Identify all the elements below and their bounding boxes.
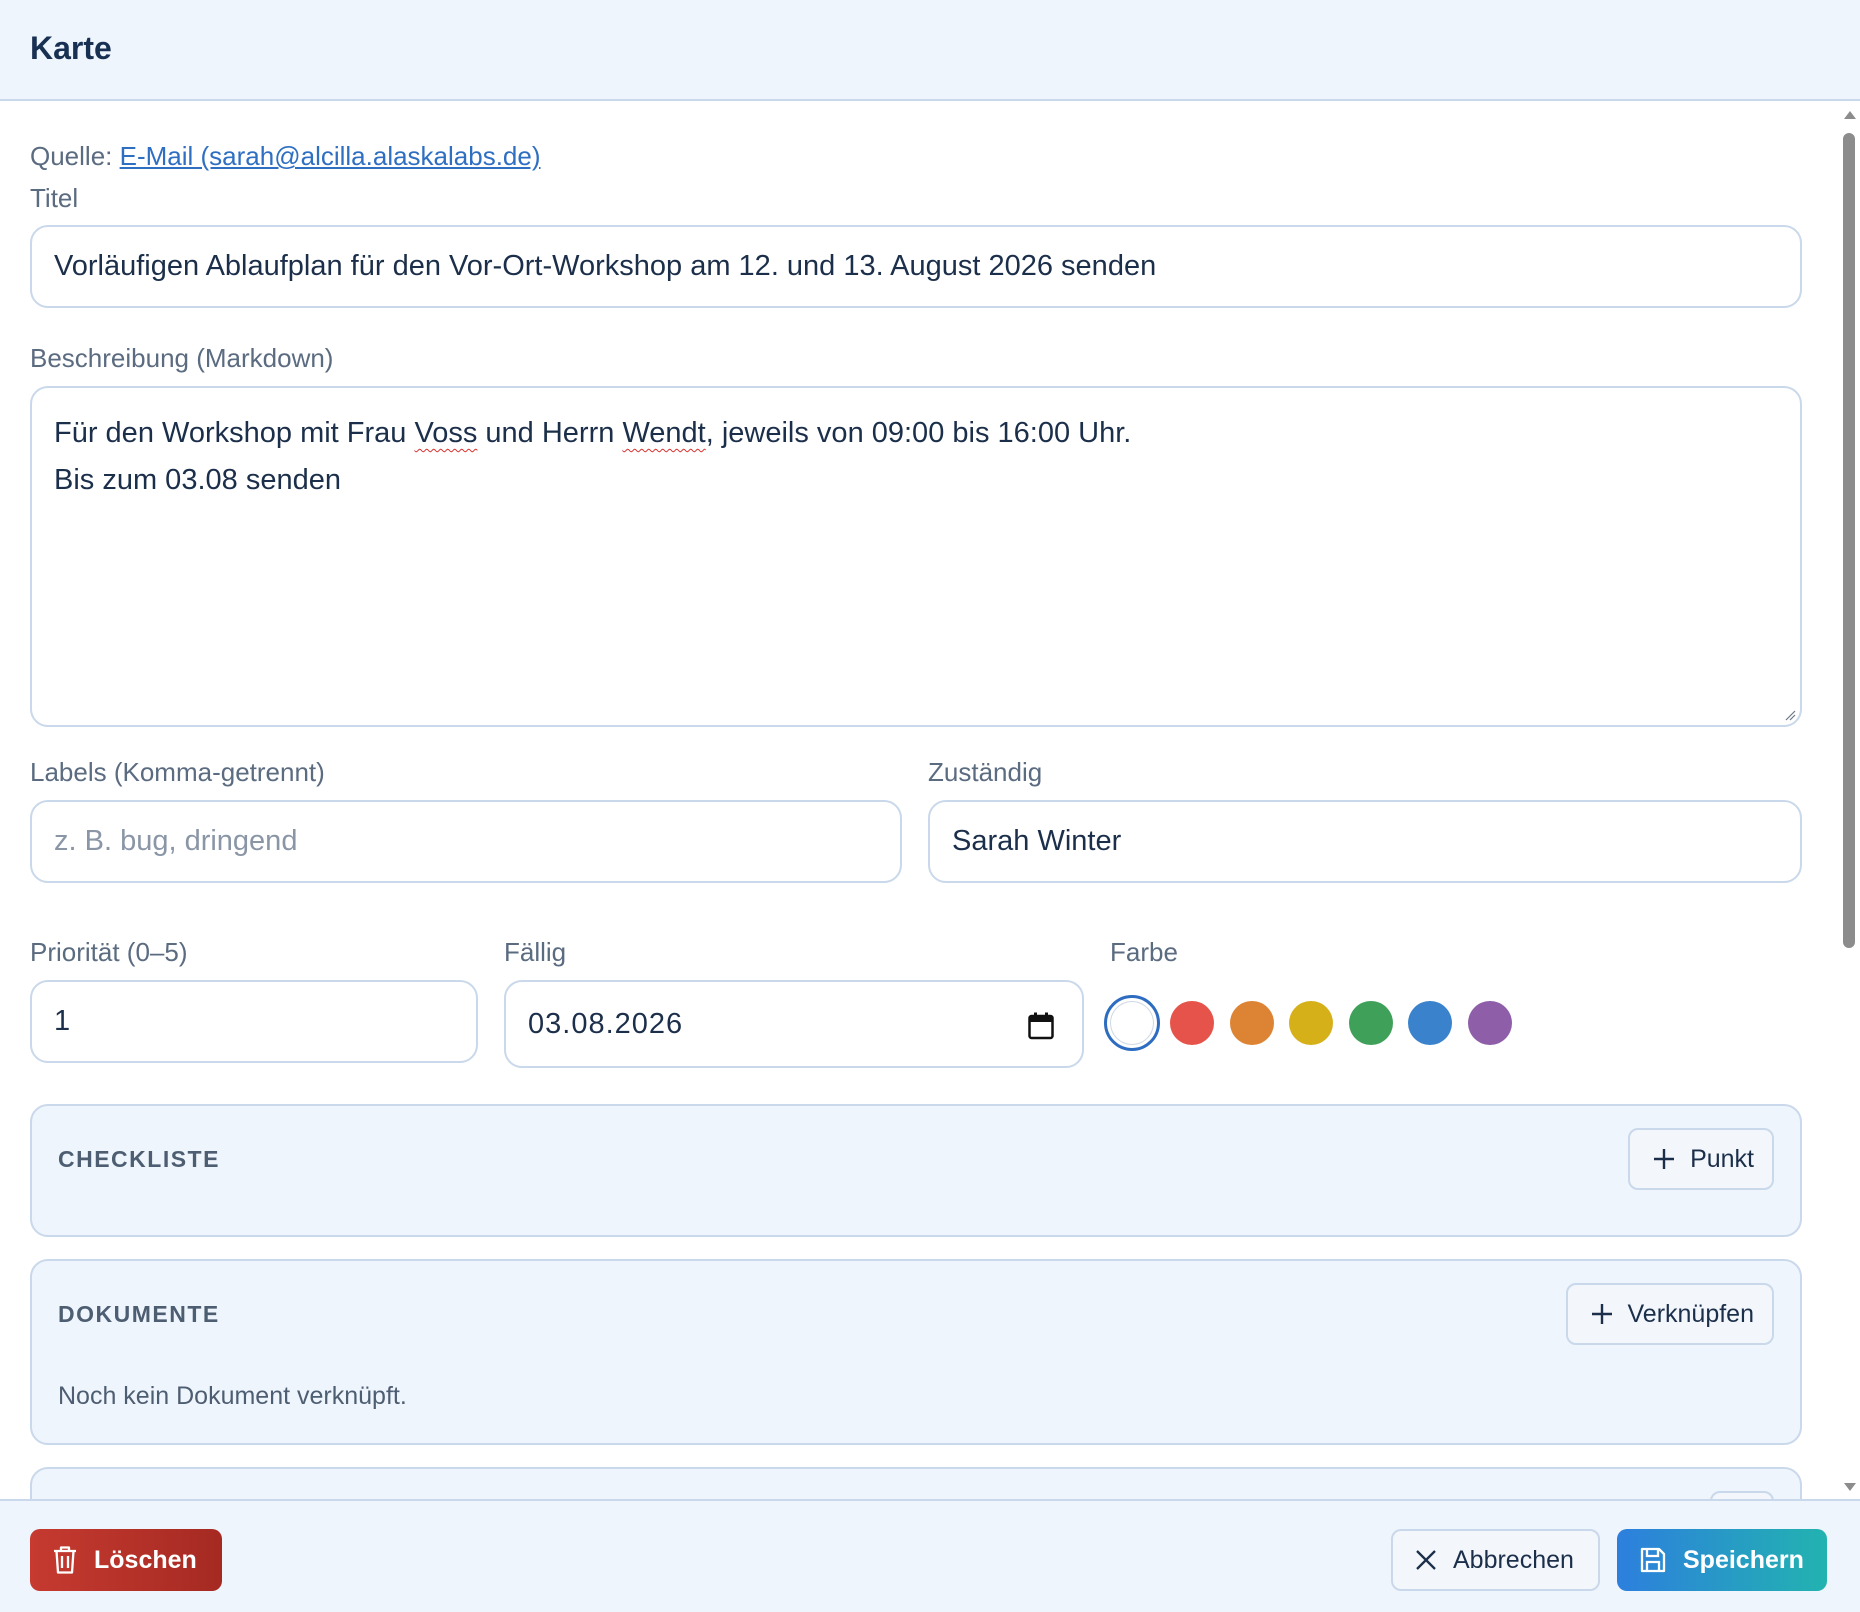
- description-line-1: Für den Workshop mit Frau Voss und Herrn…: [54, 417, 1132, 449]
- resize-grip-icon[interactable]: [1784, 709, 1796, 721]
- labels-label: Labels (Komma-getrennt): [30, 757, 325, 787]
- next-section-button[interactable]: [1710, 1491, 1774, 1499]
- priority-input[interactable]: 1: [30, 980, 478, 1063]
- plus-icon: [1654, 1149, 1675, 1169]
- scrollbar[interactable]: [1838, 103, 1860, 1499]
- save-label: Speichern: [1683, 1545, 1804, 1574]
- save-icon: [1640, 1547, 1666, 1573]
- dialog-footer: Löschen Abbrechen Speichern: [0, 1499, 1860, 1612]
- cancel-button[interactable]: Abbrechen: [1391, 1529, 1600, 1591]
- documents-empty-note: Noch kein Dokument verknüpft.: [58, 1382, 407, 1410]
- due-date-value: 03.08.2026: [528, 1007, 684, 1040]
- link-document-button[interactable]: Verknüpfen: [1565, 1283, 1774, 1345]
- color-swatch-none[interactable]: [1104, 995, 1160, 1051]
- link-document-label: Verknüpfen: [1627, 1299, 1755, 1328]
- color-swatch-orange[interactable]: [1229, 1001, 1274, 1045]
- color-picker: [1104, 993, 1527, 1053]
- scroll-down-arrow-icon[interactable]: [1844, 1483, 1856, 1491]
- description-label: Beschreibung (Markdown): [30, 343, 334, 373]
- title-input[interactable]: Vorläufigen Ablaufplan für den Vor-Ort-W…: [30, 225, 1802, 308]
- cancel-label: Abbrechen: [1453, 1545, 1574, 1574]
- dialog-title: Karte: [30, 30, 112, 66]
- dialog-body: Quelle: E-Mail (sarah@alcilla.alaskalabs…: [0, 103, 1838, 1499]
- dialog-header: Karte: [0, 0, 1860, 101]
- delete-label: Löschen: [94, 1545, 197, 1574]
- checklist-section: CHECKLISTE Punkt: [30, 1104, 1802, 1237]
- color-swatch-green[interactable]: [1348, 1001, 1393, 1045]
- scroll-thumb[interactable]: [1843, 133, 1855, 948]
- color-label: Farbe: [1110, 937, 1178, 967]
- add-checklist-item-button[interactable]: Punkt: [1628, 1128, 1774, 1190]
- due-label: Fällig: [504, 937, 567, 967]
- color-swatch-purple[interactable]: [1467, 1001, 1512, 1045]
- description-textarea[interactable]: Für den Workshop mit Frau Voss und Herrn…: [30, 386, 1802, 727]
- scroll-up-arrow-icon[interactable]: [1844, 111, 1856, 119]
- delete-button[interactable]: Löschen: [30, 1529, 222, 1591]
- add-checklist-item-label: Punkt: [1690, 1144, 1754, 1173]
- documents-title: DOKUMENTE: [58, 1301, 220, 1327]
- priority-label: Priorität (0–5): [30, 937, 188, 967]
- save-button[interactable]: Speichern: [1617, 1529, 1827, 1591]
- labels-input[interactable]: z. B. bug, dringend: [30, 800, 902, 883]
- due-date-input[interactable]: 03.08.2026: [504, 980, 1084, 1068]
- source-line: Quelle: E-Mail (sarah@alcilla.alaskalabs…: [30, 141, 541, 172]
- color-swatch-yellow[interactable]: [1289, 1001, 1333, 1045]
- next-section-partial: [30, 1467, 1802, 1499]
- documents-section: DOKUMENTE Verknüpfen Noch kein Dokument …: [30, 1259, 1802, 1445]
- checklist-title: CHECKLISTE: [58, 1146, 220, 1172]
- assignee-label: Zuständig: [928, 757, 1043, 787]
- color-swatch-blue[interactable]: [1408, 1001, 1452, 1045]
- plus-icon: [1591, 1304, 1612, 1324]
- calendar-icon[interactable]: [1028, 1012, 1054, 1040]
- trash-icon: [54, 1546, 76, 1574]
- close-icon: [1416, 1550, 1436, 1570]
- description-line-2: Bis zum 03.08 senden: [54, 464, 341, 496]
- assignee-input[interactable]: Sarah Winter: [928, 800, 1802, 883]
- color-swatch-red[interactable]: [1170, 1001, 1214, 1045]
- source-link[interactable]: E-Mail (sarah@alcilla.alaskalabs.de): [120, 141, 541, 171]
- title-label: Titel: [30, 183, 79, 213]
- source-label: Quelle:: [30, 141, 113, 171]
